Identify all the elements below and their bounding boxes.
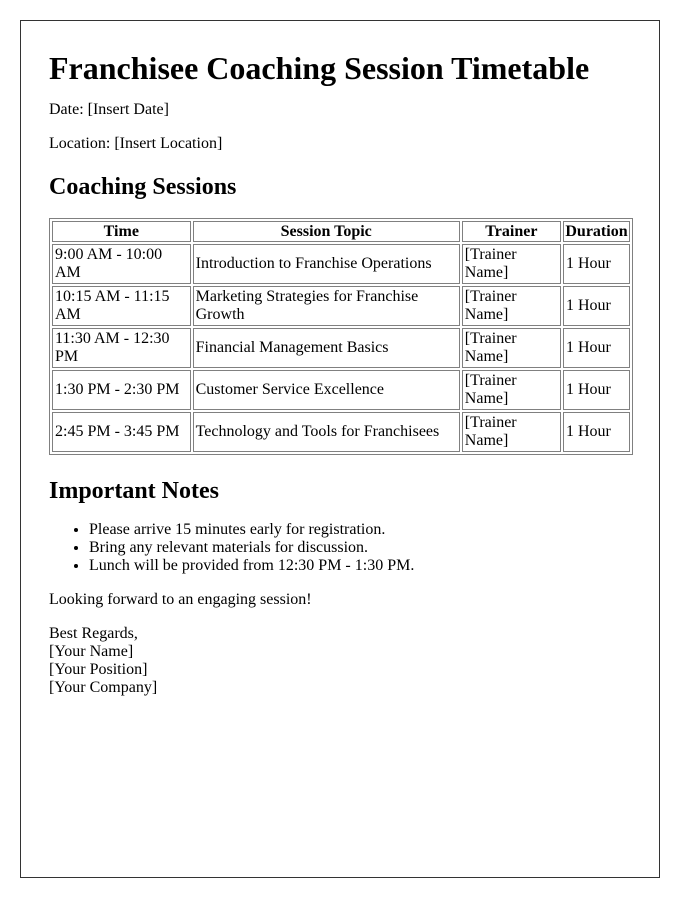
cell-time: 11:30 AM - 12:30 PM (52, 328, 191, 368)
notes-heading: Important Notes (49, 478, 219, 504)
page-title: Franchisee Coaching Session Timetable (49, 50, 590, 86)
closing-line: Looking forward to an engaging session! (49, 591, 312, 608)
date-line: Date: [Insert Date] (49, 101, 169, 118)
note-item: Lunch will be provided from 12:30 PM - 1… (89, 557, 631, 575)
cell-trainer: [Trainer Name] (461, 244, 561, 284)
signature-position: [Your Position] (49, 661, 148, 678)
cell-trainer: [Trainer Name] (461, 370, 561, 410)
cell-duration: 1 Hour (562, 412, 630, 452)
table-row: 11:30 AM - 12:30 PM Financial Management… (52, 328, 630, 368)
cell-trainer: [Trainer Name] (461, 412, 561, 452)
note-item: Please arrive 15 minutes early for regis… (89, 521, 631, 539)
table-row: 10:15 AM - 11:15 AM Marketing Strategies… (52, 286, 630, 326)
signature-block: Best Regards, [Your Name] [Your Position… (49, 625, 631, 697)
signature-name: [Your Name] (49, 643, 134, 660)
cell-time: 10:15 AM - 11:15 AM (52, 286, 191, 326)
cell-topic: Marketing Strategies for Franchise Growt… (192, 286, 460, 326)
cell-topic: Financial Management Basics (192, 328, 460, 368)
signature-company: [Your Company] (49, 679, 158, 696)
table-row: 1:30 PM - 2:30 PM Customer Service Excel… (52, 370, 630, 410)
cell-duration: 1 Hour (562, 286, 630, 326)
table-row: 2:45 PM - 3:45 PM Technology and Tools f… (52, 412, 630, 452)
header-time: Time (52, 221, 191, 242)
cell-duration: 1 Hour (562, 244, 630, 284)
cell-duration: 1 Hour (562, 370, 630, 410)
sessions-heading: Coaching Sessions (49, 174, 237, 200)
cell-trainer: [Trainer Name] (461, 286, 561, 326)
cell-topic: Introduction to Franchise Operations (192, 244, 460, 284)
cell-duration: 1 Hour (562, 328, 630, 368)
note-item: Bring any relevant materials for discuss… (89, 539, 631, 557)
signature-salutation: Best Regards, (49, 625, 138, 642)
header-session-topic: Session Topic (192, 221, 460, 242)
cell-topic: Technology and Tools for Franchisees (192, 412, 460, 452)
cell-time: 9:00 AM - 10:00 AM (52, 244, 191, 284)
sessions-table: Time Session Topic Trainer Duration 9:00… (49, 218, 633, 455)
cell-time: 2:45 PM - 3:45 PM (52, 412, 191, 452)
table-header-row: Time Session Topic Trainer Duration (52, 221, 630, 242)
cell-time: 1:30 PM - 2:30 PM (52, 370, 191, 410)
document-page: Franchisee Coaching Session Timetable Da… (20, 20, 660, 878)
notes-list: Please arrive 15 minutes early for regis… (49, 521, 631, 575)
location-line: Location: [Insert Location] (49, 135, 223, 152)
cell-topic: Customer Service Excellence (192, 370, 460, 410)
table-row: 9:00 AM - 10:00 AM Introduction to Franc… (52, 244, 630, 284)
cell-trainer: [Trainer Name] (461, 328, 561, 368)
header-duration: Duration (562, 221, 630, 242)
header-trainer: Trainer (461, 221, 561, 242)
